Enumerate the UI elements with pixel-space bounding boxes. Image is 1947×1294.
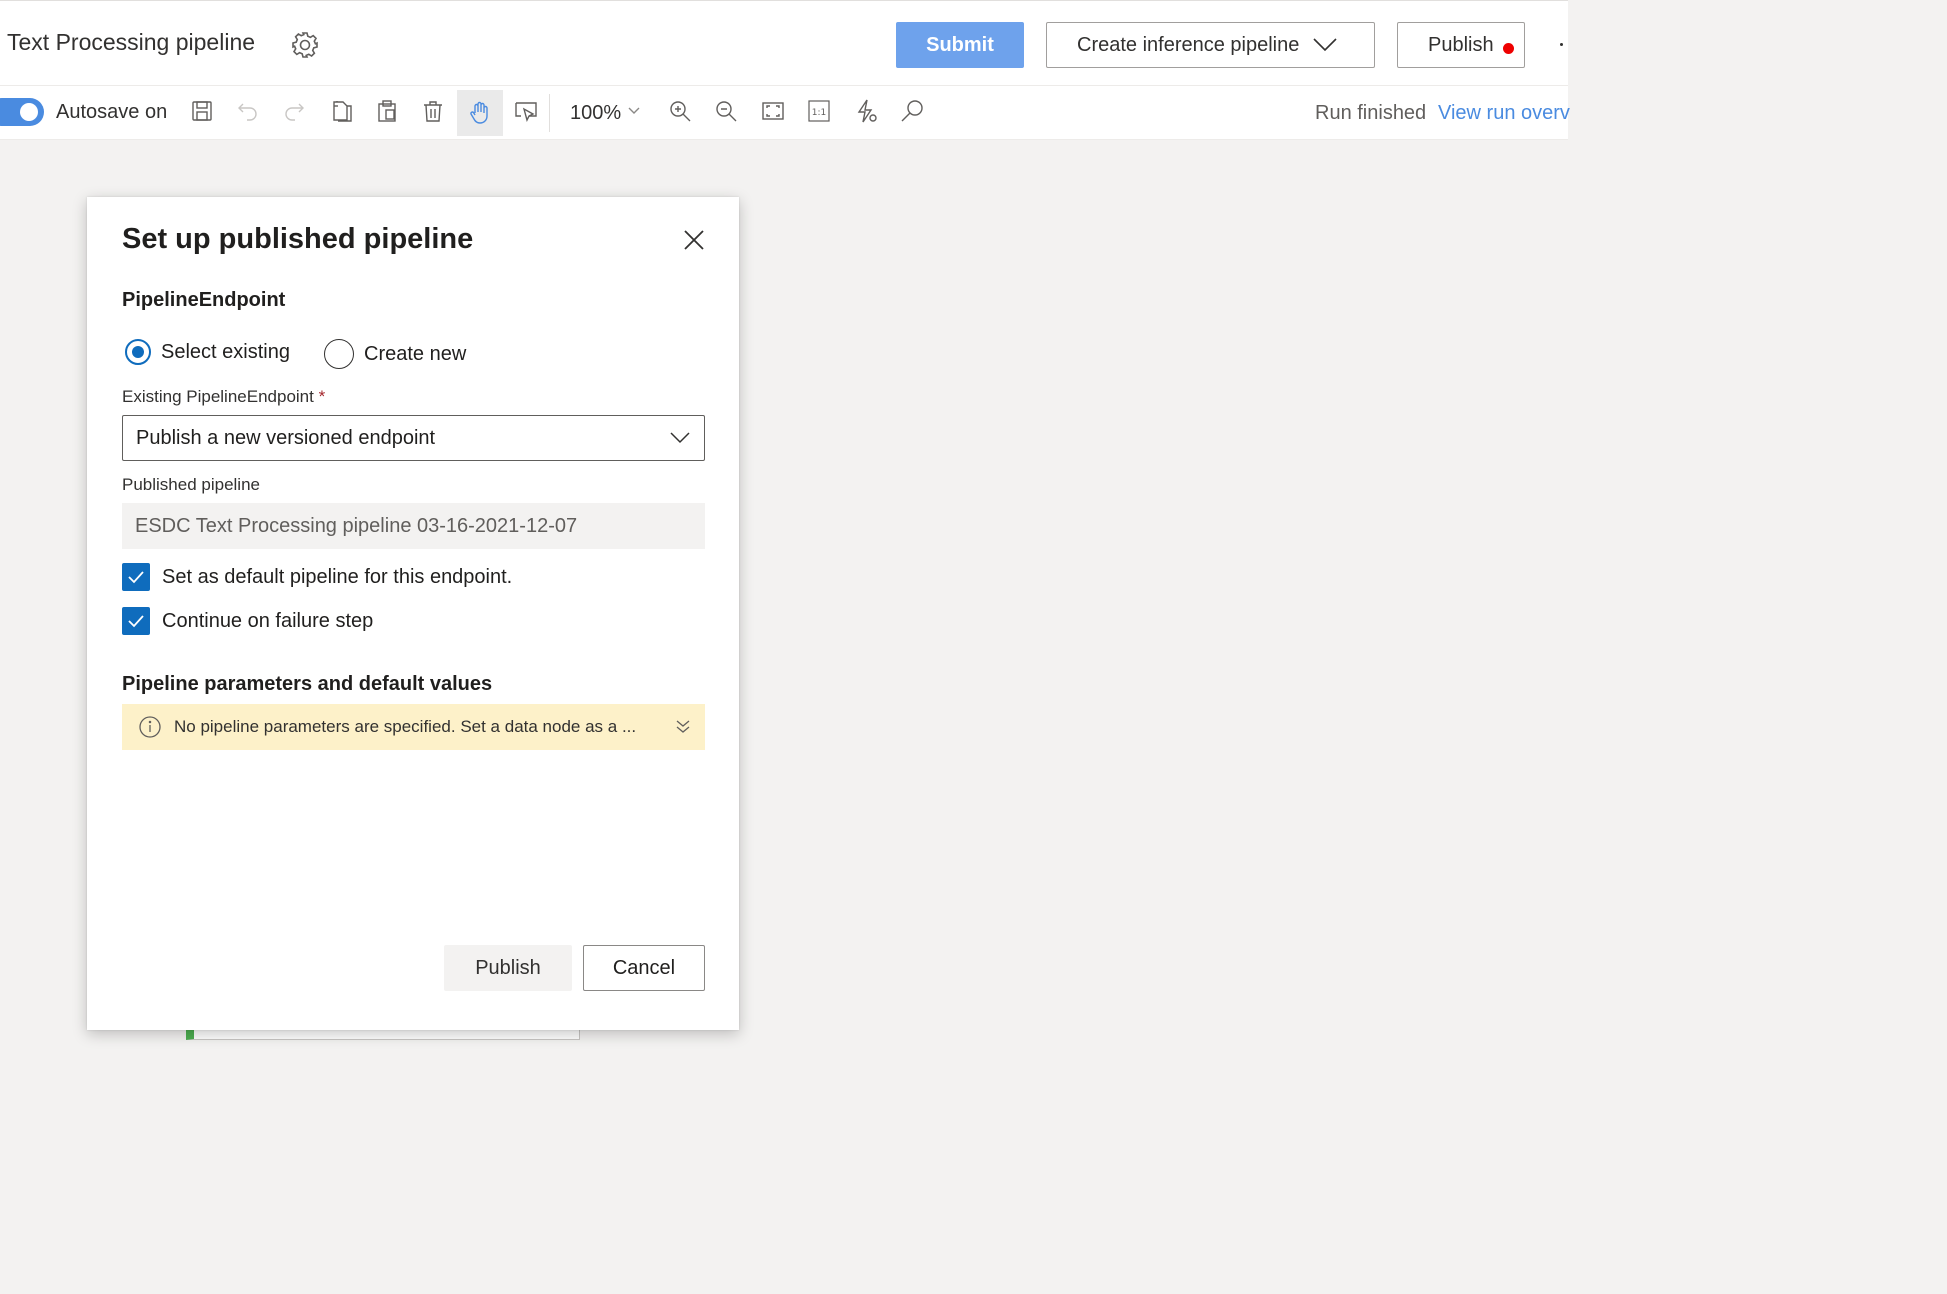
dialog-title: Set up published pipeline <box>122 223 474 255</box>
radio-checked-icon <box>125 339 151 365</box>
continue-on-failure-label: Continue on failure step <box>162 609 374 632</box>
pipeline-title: Text Processing pipeline <box>7 29 256 55</box>
radio-unchecked-icon <box>324 339 354 369</box>
pipeline-endpoint-heading: PipelineEndpoint <box>122 289 286 311</box>
more-options-icon[interactable] <box>1560 43 1563 46</box>
fit-screen-icon[interactable] <box>758 96 788 126</box>
search-icon[interactable] <box>897 96 927 126</box>
canvas-toolbar: Autosave on 100% 1:1 Run finished View r… <box>0 86 1570 140</box>
view-run-overview-link[interactable]: View run overv <box>1438 102 1570 125</box>
continue-on-failure-checkbox[interactable]: Continue on failure step <box>122 607 373 635</box>
published-pipeline-label: Published pipeline <box>122 475 260 494</box>
published-pipeline-field: ESDC Text Processing pipeline 03-16-2021… <box>122 503 705 549</box>
select-pointer-icon[interactable] <box>511 96 541 126</box>
toggle-knob <box>20 103 38 121</box>
zoom-in-icon[interactable] <box>665 96 695 126</box>
undo-icon[interactable] <box>233 96 263 126</box>
cancel-button[interactable]: Cancel <box>583 945 705 991</box>
actual-size-icon[interactable]: 1:1 <box>804 96 834 126</box>
gear-icon[interactable] <box>289 29 321 61</box>
no-parameters-message: No pipeline parameters are specified. Se… <box>174 717 637 736</box>
radio-select-existing-label: Select existing <box>161 340 290 363</box>
publish-pipeline-dialog: Set up published pipeline PipelineEndpoi… <box>87 197 739 1030</box>
close-icon[interactable] <box>682 228 706 252</box>
existing-endpoint-label-text: Existing PipelineEndpoint <box>122 387 314 406</box>
zoom-chevron-down-icon[interactable] <box>627 106 641 116</box>
autosave-label: Autosave on <box>56 101 168 123</box>
save-icon[interactable] <box>187 96 217 126</box>
checkmark-icon <box>122 563 150 591</box>
zoom-level[interactable]: 100% <box>570 102 621 125</box>
no-parameters-info-bar: No pipeline parameters are specified. Se… <box>122 704 705 750</box>
delete-icon[interactable] <box>418 96 448 126</box>
existing-endpoint-dropdown[interactable]: Publish a new versioned endpoint <box>122 415 705 461</box>
radio-create-new[interactable]: Create new <box>324 339 466 369</box>
radio-select-existing[interactable]: Select existing <box>125 339 290 365</box>
chevron-down-icon <box>670 432 690 444</box>
default-pipeline-label: Set as default pipeline for this endpoin… <box>162 565 513 588</box>
pipeline-parameters-heading: Pipeline parameters and default values <box>122 673 493 695</box>
auto-layout-icon[interactable] <box>851 96 881 126</box>
unpublished-indicator-dot <box>1502 42 1514 54</box>
submit-button[interactable]: Submit <box>896 22 1024 68</box>
create-inference-label: Create inference pipeline <box>1077 33 1300 56</box>
zoom-out-icon[interactable] <box>711 96 741 126</box>
create-inference-pipeline-button[interactable]: Create inference pipeline <box>1046 22 1375 68</box>
autosave-toggle[interactable] <box>0 98 44 126</box>
info-icon <box>139 716 161 738</box>
pan-hand-icon[interactable] <box>457 90 503 136</box>
copy-icon[interactable] <box>326 96 356 126</box>
checkmark-icon <box>122 607 150 635</box>
chevron-down-icon <box>1313 38 1337 52</box>
radio-create-new-label: Create new <box>364 342 467 365</box>
paste-icon[interactable] <box>372 96 402 126</box>
publish-top-button[interactable]: Publish <box>1397 22 1525 68</box>
publish-top-label: Publish <box>1428 33 1494 56</box>
toolbar-divider <box>549 94 550 132</box>
redo-icon[interactable] <box>279 96 309 126</box>
existing-endpoint-value: Publish a new versioned endpoint <box>136 426 436 449</box>
header-bar: Text Processing pipeline Submit Create i… <box>0 0 1568 86</box>
required-marker: * <box>318 387 326 406</box>
publish-button[interactable]: Publish <box>444 945 572 991</box>
run-status: Run finished <box>1315 102 1427 124</box>
double-chevron-down-icon[interactable] <box>675 718 691 734</box>
svg-text:1:1: 1:1 <box>812 108 826 118</box>
existing-endpoint-label: Existing PipelineEndpoint * <box>122 387 325 407</box>
default-pipeline-checkbox[interactable]: Set as default pipeline for this endpoin… <box>122 563 512 591</box>
